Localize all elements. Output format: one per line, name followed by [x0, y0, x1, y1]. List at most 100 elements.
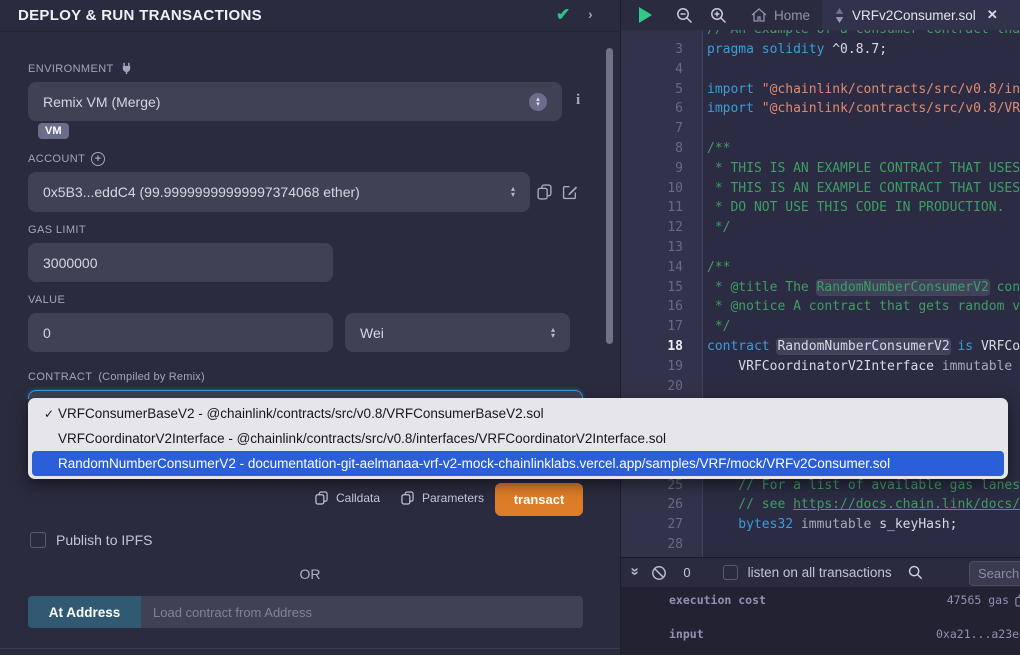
- code-text: [695, 238, 707, 258]
- publish-to-ipfs-checkbox[interactable]: [30, 532, 46, 548]
- environment-label: ENVIRONMENT: [28, 62, 133, 75]
- code-line[interactable]: 12 */: [621, 218, 1020, 238]
- line-number: 8: [621, 139, 695, 159]
- parameters-label: Parameters: [422, 491, 484, 505]
- code-text: VRFCoordinatorV2Interface immutable COOR…: [695, 357, 1020, 377]
- clear-console-icon[interactable]: [651, 565, 667, 581]
- line-number: 18: [621, 337, 695, 357]
- terminal-detail-row: execution cost47565 gas: [621, 593, 1020, 609]
- code-text: * DO NOT USE THIS CODE IN PRODUCTION.: [695, 198, 1004, 218]
- tab-vrfv2consumer[interactable]: VRFv2Consumer.sol ✕: [822, 0, 1020, 30]
- environment-select[interactable]: Remix VM (Merge) ▴▾: [28, 82, 562, 121]
- code-text: [695, 60, 707, 80]
- line-number: 9: [621, 159, 695, 179]
- tab-home-label: Home: [774, 8, 810, 23]
- line-number: 17: [621, 317, 695, 337]
- editor-tabbar: Home VRFv2Consumer.sol ✕: [621, 0, 1020, 30]
- line-number: 5: [621, 80, 695, 100]
- contract-dropdown-list: ✓VRFConsumerBaseV2 - @chainlink/contract…: [28, 398, 1008, 479]
- at-address-button[interactable]: At Address: [28, 596, 141, 628]
- code-line[interactable]: 7: [621, 119, 1020, 139]
- code-text: * @notice A contract that gets random va…: [695, 297, 1020, 317]
- contract-option[interactable]: VRFCoordinatorV2Interface - @chainlink/c…: [28, 426, 1008, 451]
- value-unit-select[interactable]: Wei ▴▾: [345, 313, 570, 352]
- copy-icon[interactable]: [1015, 594, 1020, 607]
- run-script-play-icon[interactable]: [639, 7, 652, 23]
- code-line[interactable]: 11 * DO NOT USE THIS CODE IN PRODUCTION.: [621, 198, 1020, 218]
- zoom-out-icon[interactable]: [676, 7, 693, 24]
- collapse-panel-chevron-icon[interactable]: ›: [588, 6, 593, 22]
- code-line[interactable]: 27 bytes32 immutable s_keyHash;: [621, 515, 1020, 535]
- code-line[interactable]: 19 VRFCoordinatorV2Interface immutable C…: [621, 357, 1020, 377]
- edit-account-icon[interactable]: [562, 184, 578, 200]
- line-number: 15: [621, 278, 695, 298]
- panel-scrollbar-thumb[interactable]: [606, 48, 613, 344]
- line-number: [621, 30, 695, 40]
- code-line[interactable]: // An example of a consumer contract tha…: [621, 30, 1020, 40]
- code-line[interactable]: 15 * @title The RandomNumberConsumerV2 c…: [621, 278, 1020, 298]
- add-account-icon[interactable]: +: [91, 152, 105, 166]
- terminal-search-input[interactable]: [969, 561, 1020, 586]
- code-line[interactable]: 16 * @notice A contract that gets random…: [621, 297, 1020, 317]
- code-line[interactable]: 4: [621, 60, 1020, 80]
- transaction-count-badge: 0: [683, 565, 690, 580]
- line-number: 19: [621, 357, 695, 377]
- zoom-in-icon[interactable]: [710, 7, 727, 24]
- code-line[interactable]: 14/**: [621, 258, 1020, 278]
- value-label: VALUE: [28, 294, 65, 306]
- copy-account-icon[interactable]: [537, 184, 552, 200]
- value-amount: 0: [43, 325, 51, 341]
- code-line[interactable]: 5import "@chainlink/contracts/src/v0.8/i…: [621, 80, 1020, 100]
- listen-all-transactions-checkbox[interactable]: [723, 565, 738, 580]
- contract-option[interactable]: ✓VRFConsumerBaseV2 - @chainlink/contract…: [28, 401, 1008, 426]
- code-text: [695, 119, 707, 139]
- contract-sublabel: (Compiled by Remix): [98, 371, 205, 383]
- environment-value: Remix VM (Merge): [43, 94, 160, 110]
- transact-button[interactable]: transact: [495, 483, 583, 516]
- code-line[interactable]: 17 */: [621, 317, 1020, 337]
- environment-info-icon[interactable]: i: [576, 92, 580, 109]
- account-label: ACCOUNT +: [28, 152, 105, 166]
- calldata-label: Calldata: [336, 491, 380, 505]
- code-line[interactable]: 20: [621, 377, 1020, 397]
- panel-title: DEPLOY & RUN TRANSACTIONS: [18, 7, 262, 24]
- code-line[interactable]: 13: [621, 238, 1020, 258]
- contract-option[interactable]: RandomNumberConsumerV2 - documentation-g…: [32, 451, 1004, 476]
- code-text: contract RandomNumberConsumerV2 is VRFCo…: [695, 337, 1020, 357]
- at-address-input[interactable]: [141, 596, 583, 628]
- code-line[interactable]: 10 * THIS IS AN EXAMPLE CONTRACT THAT US…: [621, 179, 1020, 199]
- value-input[interactable]: 0: [28, 313, 333, 352]
- line-number: 11: [621, 198, 695, 218]
- copy-calldata-button[interactable]: Calldata: [315, 491, 380, 505]
- copy-parameters-button[interactable]: Parameters: [401, 491, 484, 505]
- line-number: 7: [621, 119, 695, 139]
- gas-limit-input[interactable]: 3000000: [28, 243, 333, 282]
- code-text: // see https://docs.chain.link/docs/vrf-…: [695, 495, 1020, 515]
- value-unit: Wei: [360, 325, 384, 341]
- expand-terminal-icon[interactable]: «: [626, 569, 643, 575]
- code-text: */: [695, 317, 730, 337]
- line-number: 4: [621, 60, 695, 80]
- account-select[interactable]: 0x5B3...eddC4 (99.99999999999997374068 e…: [28, 172, 530, 212]
- terminal-toolbar: « 0 listen on all transactions: [621, 557, 1020, 587]
- close-tab-icon[interactable]: ✕: [987, 7, 998, 23]
- code-line[interactable]: 8/**: [621, 139, 1020, 159]
- code-text: /**: [695, 139, 730, 159]
- code-text: [695, 377, 707, 397]
- code-line[interactable]: 18contract RandomNumberConsumerV2 is VRF…: [621, 337, 1020, 357]
- line-number: 13: [621, 238, 695, 258]
- panel-divider: [0, 648, 620, 649]
- code-line[interactable]: 9 * THIS IS AN EXAMPLE CONTRACT THAT USE…: [621, 159, 1020, 179]
- terminal-value: 47565 gas: [947, 593, 1009, 607]
- code-line[interactable]: 3pragma solidity ^0.8.7;: [621, 40, 1020, 60]
- code-text: /**: [695, 258, 730, 278]
- line-number: 26: [621, 495, 695, 515]
- publish-to-ipfs-label: Publish to IPFS: [56, 532, 153, 548]
- gas-limit-label: GAS LIMIT: [28, 224, 86, 236]
- code-line[interactable]: 6import "@chainlink/contracts/src/v0.8/V…: [621, 99, 1020, 119]
- terminal-value: 0xa21...a23e4: [936, 627, 1020, 641]
- tab-home[interactable]: Home: [739, 0, 822, 30]
- code-text: import "@chainlink/contracts/src/v0.8/in…: [695, 80, 1020, 100]
- code-line[interactable]: 26 // see https://docs.chain.link/docs/v…: [621, 495, 1020, 515]
- code-line[interactable]: 28: [621, 535, 1020, 555]
